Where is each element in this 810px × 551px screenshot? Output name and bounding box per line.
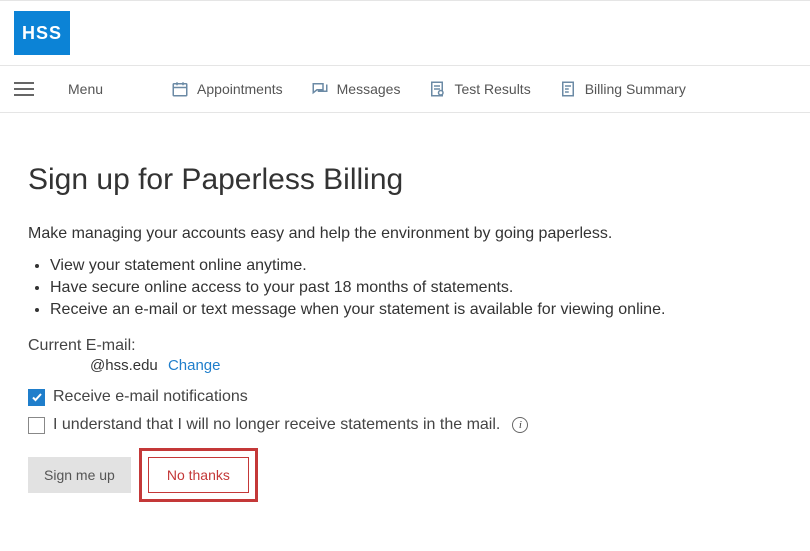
nav-item-label: Messages xyxy=(337,81,401,97)
checkbox-label: Receive e-mail notifications xyxy=(53,388,248,406)
sign-me-up-button[interactable]: Sign me up xyxy=(28,457,131,493)
nav-billing-summary[interactable]: Billing Summary xyxy=(559,80,686,98)
hamburger-menu-icon[interactable] xyxy=(14,78,34,100)
nav-appointments[interactable]: Appointments xyxy=(171,80,283,98)
top-nav: Menu Appointments Messages Test Results … xyxy=(0,66,810,113)
lab-results-icon xyxy=(428,80,446,98)
list-item: Receive an e-mail or text message when y… xyxy=(50,301,752,319)
nav-test-results[interactable]: Test Results xyxy=(428,80,530,98)
intro-text: Make managing your accounts easy and hel… xyxy=(28,225,752,243)
benefits-list: View your statement online anytime. Have… xyxy=(28,257,752,319)
current-email-value: @hss.edu xyxy=(90,357,158,374)
checkbox-label: I understand that I will no longer recei… xyxy=(53,416,500,434)
calendar-icon xyxy=(171,80,189,98)
nav-item-label: Appointments xyxy=(197,81,283,97)
current-email-label: Current E-mail: xyxy=(28,337,752,355)
checkbox-email-notifications[interactable] xyxy=(28,389,45,406)
info-icon[interactable]: i xyxy=(512,417,528,433)
nav-item-label: Billing Summary xyxy=(585,81,686,97)
main-content: Sign up for Paperless Billing Make manag… xyxy=(0,113,780,542)
brand-logo[interactable]: HSS xyxy=(14,11,70,55)
menu-label[interactable]: Menu xyxy=(68,81,103,97)
nav-item-label: Test Results xyxy=(454,81,530,97)
no-thanks-button[interactable]: No thanks xyxy=(148,457,249,493)
annotation-highlight: No thanks xyxy=(139,448,258,502)
list-item: Have secure online access to your past 1… xyxy=(50,279,752,297)
nav-messages[interactable]: Messages xyxy=(311,80,401,98)
page-title: Sign up for Paperless Billing xyxy=(28,163,752,197)
billing-icon xyxy=(559,80,577,98)
messages-icon xyxy=(311,80,329,98)
checkbox-understand[interactable] xyxy=(28,417,45,434)
list-item: View your statement online anytime. xyxy=(50,257,752,275)
change-email-link[interactable]: Change xyxy=(168,357,221,374)
